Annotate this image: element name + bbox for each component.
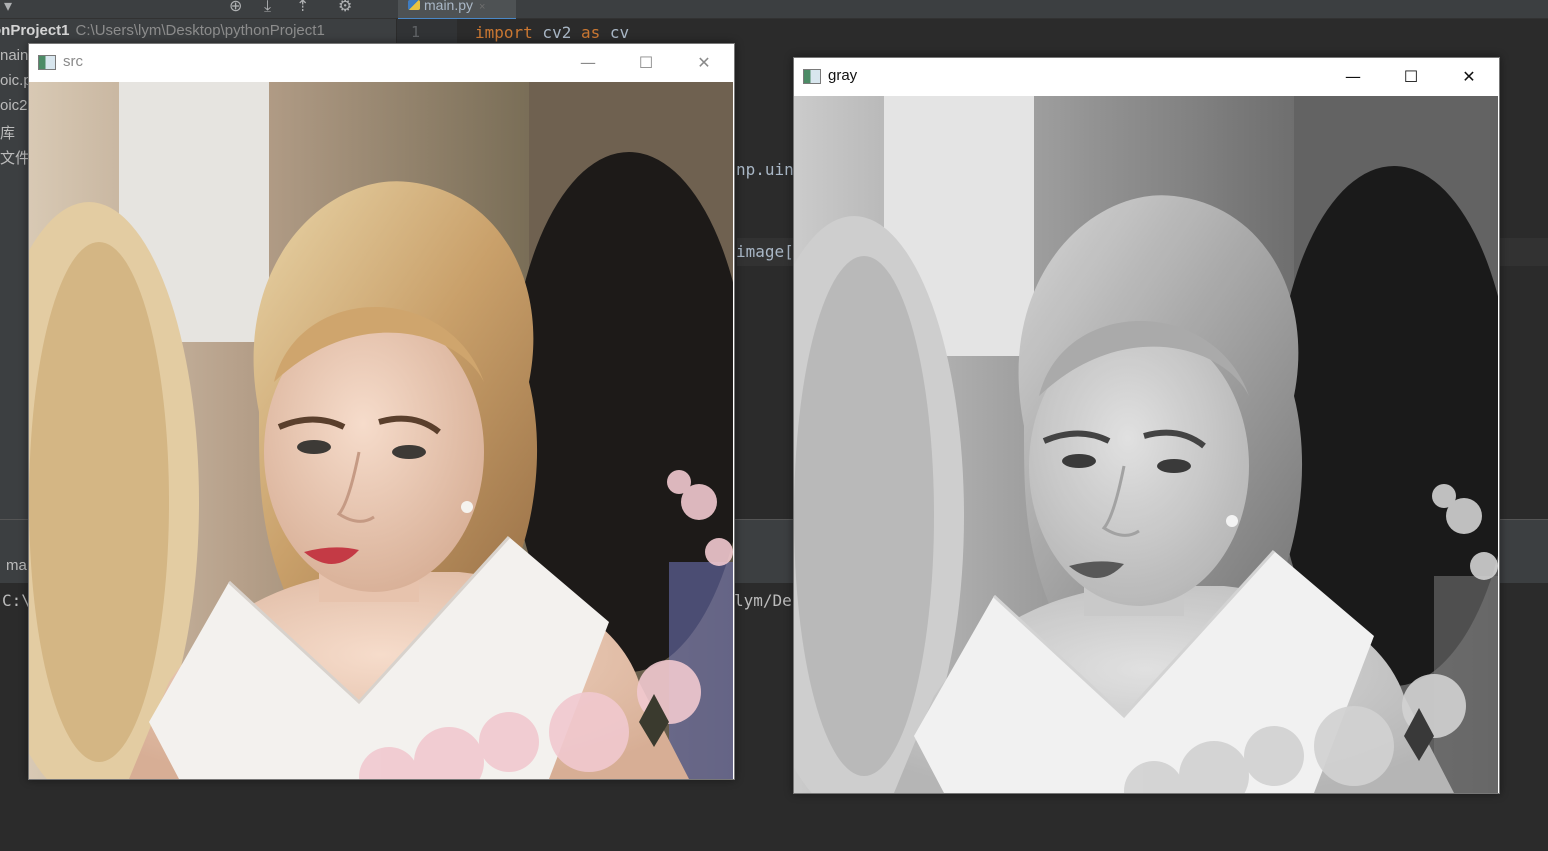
maximize-icon[interactable]: ☐ — [1396, 64, 1426, 90]
minimize-icon[interactable]: — — [1338, 64, 1368, 90]
code-fragment-image: image[ — [736, 242, 794, 261]
tree-item-pic2[interactable]: oic2. — [0, 97, 32, 114]
close-tab-icon[interactable]: × — [479, 1, 485, 13]
code-alias: cv — [600, 23, 630, 42]
portrait-color-image — [29, 82, 733, 779]
gray-window-titlebar[interactable]: gray — ☐ ✕ — [794, 58, 1499, 96]
gray-window-title: gray — [828, 67, 858, 84]
code-line-1: import cv2 as cv — [475, 23, 629, 42]
python-file-icon — [408, 0, 420, 10]
project-path: C:\Users\lym\Desktop\pythonProject1 — [75, 22, 325, 39]
tree-item-library[interactable]: 库 — [0, 122, 15, 143]
collapse-icon[interactable]: ⇡ — [296, 0, 309, 15]
close-icon[interactable]: ✕ — [689, 50, 719, 76]
src-image[interactable] — [29, 82, 734, 779]
download-icon[interactable]: ⤓ — [264, 0, 271, 16]
portrait-grayscale-image — [794, 96, 1498, 793]
run-tab-label[interactable]: ma — [6, 557, 27, 574]
opencv-window-icon — [38, 55, 56, 70]
gray-image[interactable] — [794, 96, 1499, 793]
tree-item-files[interactable]: 文件 — [0, 147, 30, 168]
tab-main-py[interactable]: main.py × — [398, 0, 516, 20]
code-module: cv2 — [532, 23, 581, 42]
minimize-icon[interactable]: — — [573, 50, 603, 76]
line-number: 1 — [411, 23, 421, 41]
project-tree: nain oic.p oic2. 库 文件 — [0, 43, 32, 553]
project-name: onProject1 — [0, 22, 70, 39]
close-icon[interactable]: ✕ — [1454, 64, 1484, 90]
target-icon[interactable]: ⊕ — [229, 0, 242, 15]
console-path-tail: lym/De — [734, 591, 792, 610]
console-path-start: C:\ — [2, 591, 31, 610]
src-window-title: src — [63, 53, 83, 70]
src-window[interactable]: src — ☐ ✕ — [28, 43, 735, 780]
keyword-as: as — [580, 23, 601, 42]
tree-item-main[interactable]: nain — [0, 47, 28, 64]
project-header[interactable]: onProject1 C:\Users\lym\Desktop\pythonPro… — [0, 19, 396, 43]
maximize-icon[interactable]: ☐ — [631, 50, 661, 76]
tab-filename: main.py — [424, 0, 474, 13]
opencv-window-icon — [803, 69, 821, 84]
chevron-down-icon[interactable]: ▾ — [4, 0, 12, 15]
gear-icon[interactable]: ⚙ — [338, 0, 352, 15]
keyword-import: import — [475, 23, 533, 42]
src-window-titlebar[interactable]: src — ☐ ✕ — [29, 44, 734, 82]
tree-item-pic[interactable]: oic.p — [0, 72, 32, 89]
code-fragment-np: np.uin — [736, 160, 794, 179]
ide-toolbar: ⊕ ⤓ ⇡ ⚙ ▾ — [0, 0, 1548, 19]
gray-window[interactable]: gray — ☐ ✕ — [793, 57, 1500, 794]
